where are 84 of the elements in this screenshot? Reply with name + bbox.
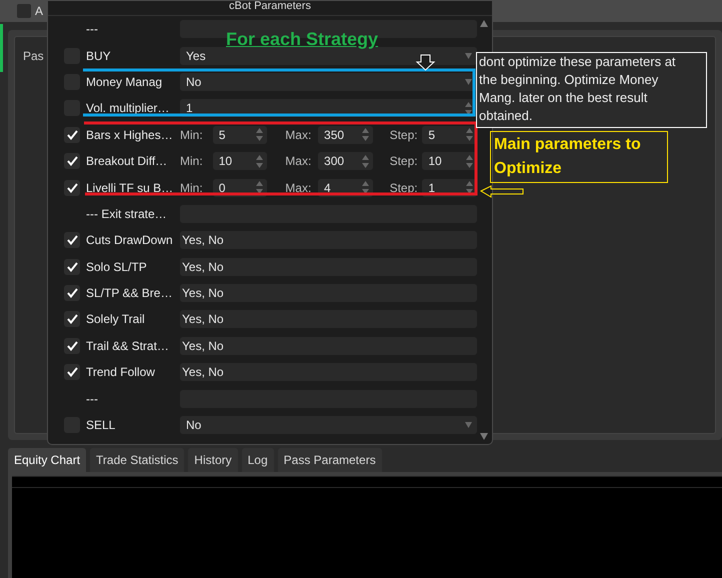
field-label: Max: xyxy=(285,153,312,170)
field-label: Step: xyxy=(390,180,419,197)
spinner-icon[interactable] xyxy=(256,181,264,194)
checkbox[interactable] xyxy=(64,285,80,302)
checkbox[interactable] xyxy=(64,258,80,275)
field-label: Step: xyxy=(390,153,419,170)
parameter-label: Money Manag xyxy=(86,74,164,91)
field-label: Min: xyxy=(180,153,204,170)
parameter-label: SL/TP && Bre… xyxy=(86,285,174,302)
dropdown-caret-icon xyxy=(465,52,472,59)
checkbox[interactable] xyxy=(64,232,80,248)
check-icon xyxy=(66,156,78,166)
annotation-callout: Main parameters to Optimize xyxy=(490,131,668,183)
check-icon xyxy=(66,262,78,272)
checkbox[interactable] xyxy=(64,338,80,354)
field-label: Max: xyxy=(285,180,312,197)
spinner-icon[interactable] xyxy=(362,181,369,194)
down-arrow-icon xyxy=(416,54,436,71)
parameter-label: Trail && Strat… xyxy=(86,338,170,355)
spinner-icon[interactable] xyxy=(256,154,264,168)
spinner-icon[interactable] xyxy=(465,102,472,115)
tab[interactable]: Equity Chart xyxy=(8,448,86,472)
annotation-note: dont optimize these parameters at the beginning. Optimize Money Mang. later on the best result obtained. xyxy=(476,52,707,128)
option-label: A xyxy=(35,3,44,20)
value-field[interactable]: Yes, No xyxy=(180,258,477,276)
value-field[interactable]: Yes, No xyxy=(180,231,477,250)
spinner-icon[interactable] xyxy=(466,154,473,168)
check-icon xyxy=(66,340,78,351)
checkbox[interactable] xyxy=(17,4,31,18)
check-icon xyxy=(66,288,78,298)
tab[interactable]: Pass Parameters xyxy=(278,448,382,472)
tab[interactable]: History xyxy=(188,448,238,472)
parameter-label: --- xyxy=(86,390,99,408)
parameter-label: --- Exit strate… xyxy=(86,206,168,223)
checkbox[interactable] xyxy=(64,311,80,328)
parameter-label: Vol. multiplier… xyxy=(86,100,170,118)
number-field[interactable]: 10 xyxy=(422,152,477,170)
dropdown-field[interactable]: No xyxy=(180,72,477,91)
checkbox[interactable] xyxy=(64,180,80,196)
field-label: Step: xyxy=(390,126,419,144)
check-icon xyxy=(66,235,78,246)
dropdown-field[interactable]: No xyxy=(180,416,477,434)
spinner-icon[interactable] xyxy=(256,128,264,142)
number-field[interactable]: 10 xyxy=(212,152,268,170)
parameter-label: --- xyxy=(86,21,99,38)
parameter-label: Solely Trail xyxy=(86,311,146,328)
checkbox[interactable] xyxy=(64,153,80,170)
dropdown-caret-icon xyxy=(465,78,472,85)
checkbox[interactable] xyxy=(64,364,80,380)
value-field[interactable]: Yes, No xyxy=(180,363,477,382)
parameter-label: BUY xyxy=(86,48,112,65)
dialog-title: cBot Parameters xyxy=(229,1,311,11)
parameter-label: SELL xyxy=(86,417,116,434)
scroll-up-icon[interactable] xyxy=(480,20,488,27)
tab[interactable]: Log xyxy=(242,448,274,472)
tab[interactable]: Trade Statistics xyxy=(90,448,184,472)
number-field[interactable]: 5 xyxy=(212,126,268,144)
left-arrow-icon xyxy=(480,185,524,198)
value-field[interactable]: Yes, No xyxy=(180,336,477,355)
parameter-label: Solo SL/TP xyxy=(86,258,148,276)
value-field[interactable]: Yes, No xyxy=(180,284,477,302)
number-field[interactable]: 300 xyxy=(318,152,373,170)
parameter-label: Cuts DrawDown xyxy=(86,232,174,250)
spinner-icon[interactable] xyxy=(466,128,473,142)
field-label: Max: xyxy=(285,126,312,144)
spinner-icon[interactable] xyxy=(362,154,369,168)
number-field[interactable]: 350 xyxy=(318,126,373,144)
parameter-label: Breakout Diff… xyxy=(86,153,168,170)
check-icon xyxy=(66,314,78,324)
check-icon xyxy=(66,130,78,140)
field-label: Min: xyxy=(180,126,204,144)
check-icon xyxy=(66,367,78,378)
parameter-label: Bars x Highes… xyxy=(86,126,174,144)
parameter-label: Trend Follow xyxy=(86,364,156,382)
value-field[interactable]: Yes, No xyxy=(180,310,477,328)
checkbox[interactable] xyxy=(64,126,80,143)
spinner-icon[interactable] xyxy=(466,181,473,194)
parameter-label: Livelli TF su B… xyxy=(86,180,174,197)
panel-label: Pas xyxy=(23,49,44,63)
dropdown-caret-icon xyxy=(465,422,472,428)
number-field[interactable]: 5 xyxy=(422,126,477,144)
spinner-icon[interactable] xyxy=(362,128,369,142)
field-label: Min: xyxy=(180,180,204,197)
check-icon xyxy=(66,182,78,193)
